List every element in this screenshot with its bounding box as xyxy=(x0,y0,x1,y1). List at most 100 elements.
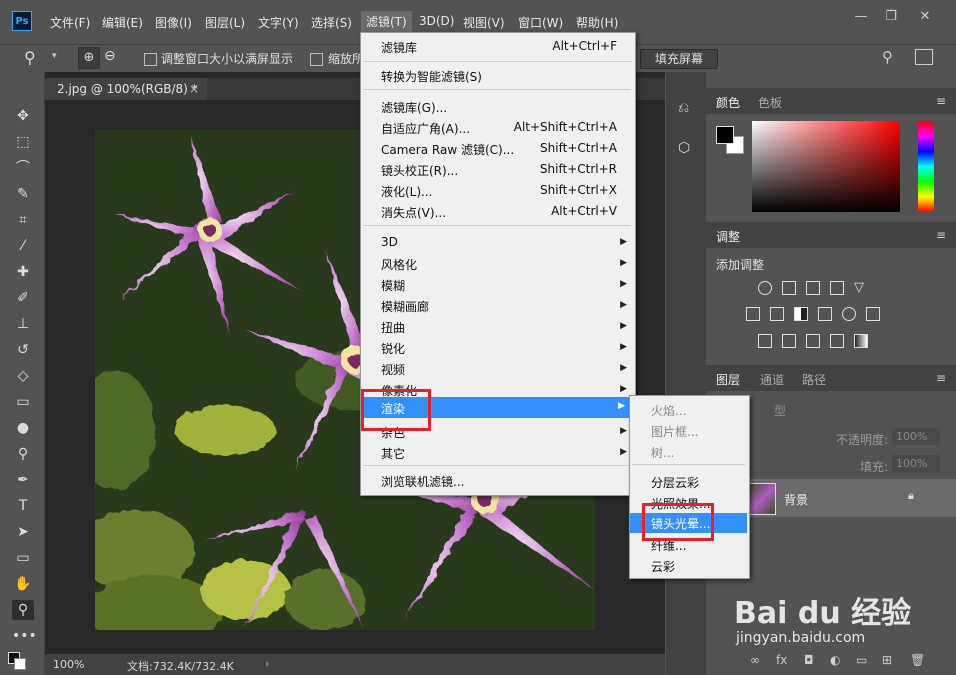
foreground-color-swatch[interactable] xyxy=(716,126,734,144)
menu-item-camera-raw[interactable]: Camera Raw 滤镜(C)... xyxy=(381,141,514,158)
zoom-all-checkbox[interactable] xyxy=(310,53,323,66)
more-tools-icon[interactable]: ••• xyxy=(12,626,37,646)
eraser-tool-icon[interactable]: ◇ xyxy=(12,366,34,386)
brightness-icon[interactable] xyxy=(758,281,772,295)
levels-icon[interactable] xyxy=(782,281,796,295)
quick-select-tool-icon[interactable]: ✎ xyxy=(12,184,34,204)
marquee-tool-icon[interactable]: ⬚ xyxy=(12,132,34,152)
dodge-tool-icon[interactable]: ⚲ xyxy=(12,444,34,464)
menu-item-adaptive-wide-angle[interactable]: 自适应广角(A)... xyxy=(381,120,470,137)
menu-select[interactable]: 选择(S) xyxy=(311,14,352,31)
group-icon[interactable]: ▭ xyxy=(856,653,867,667)
menu-filter[interactable]: 滤镜(T) xyxy=(361,11,412,32)
menu-item-3d[interactable]: 3D xyxy=(381,235,398,249)
selective-color-icon[interactable] xyxy=(830,334,844,348)
lasso-tool-icon[interactable]: ⌒ xyxy=(12,158,34,178)
menu-layer[interactable]: 图层(L) xyxy=(205,14,245,31)
menu-item-blur-gallery[interactable]: 模糊画廊 xyxy=(381,298,429,315)
menu-view[interactable]: 视图(V) xyxy=(463,14,505,31)
kind-filter-label[interactable]: 型 xyxy=(774,402,786,419)
menu-item-blur[interactable]: 模糊 xyxy=(381,277,405,294)
menu-item-picture-frame[interactable]: 图片框... xyxy=(651,423,698,440)
menu-item-difference-clouds[interactable]: 分层云彩 xyxy=(651,474,699,491)
hand-tool-icon[interactable]: ✋ xyxy=(12,574,34,594)
pen-tool-icon[interactable]: ✒ xyxy=(12,470,34,490)
menu-item-stylize[interactable]: 风格化 xyxy=(381,256,417,273)
invert-icon[interactable] xyxy=(758,334,772,348)
zoom-tool-icon[interactable]: ⚲ xyxy=(12,600,34,620)
close-tab-icon[interactable]: × xyxy=(189,78,199,100)
new-layer-icon[interactable]: ⊞ xyxy=(882,653,892,667)
type-tool-icon[interactable]: T xyxy=(12,496,34,516)
menu-item-distort[interactable]: 扭曲 xyxy=(381,319,405,336)
opacity-field[interactable]: 100% xyxy=(892,428,940,445)
menu-image[interactable]: 图像(I) xyxy=(155,14,192,31)
black-white-icon[interactable] xyxy=(794,307,808,321)
fill-field[interactable]: 100% xyxy=(892,455,940,472)
menu-item-vanishing-point[interactable]: 消失点(V)... xyxy=(381,204,446,221)
menu-item-lens-correction[interactable]: 镜头校正(R)... xyxy=(381,162,458,179)
stamp-tool-icon[interactable]: ⊥ xyxy=(12,314,34,334)
eyedropper-tool-icon[interactable]: ⁄ xyxy=(12,236,34,256)
hue-slider[interactable] xyxy=(918,121,934,212)
search-icon[interactable]: ⚲ xyxy=(882,48,893,66)
zoom-tool-icon[interactable]: ⚲ xyxy=(24,48,36,67)
chevron-down-icon[interactable]: ▾ xyxy=(52,51,57,61)
link-layers-icon[interactable]: ∞ xyxy=(750,653,760,667)
gradient-map-icon[interactable] xyxy=(854,334,868,348)
color-field[interactable] xyxy=(752,121,900,212)
menu-edit[interactable]: 编辑(E) xyxy=(102,14,143,31)
tab-paths[interactable]: 路径 xyxy=(802,371,826,388)
menu-item-filter-gallery-last[interactable]: 滤镜库 xyxy=(381,39,417,56)
menu-help[interactable]: 帮助(H) xyxy=(576,14,618,31)
history-icon[interactable]: ⎌ xyxy=(678,100,689,116)
menu-item-filter-gallery[interactable]: 滤镜库(G)... xyxy=(381,99,447,116)
fit-window-checkbox[interactable] xyxy=(144,53,157,66)
hue-saturation-icon[interactable] xyxy=(746,307,760,321)
menu-item-flame[interactable]: 火焰... xyxy=(651,402,686,419)
menu-item-clouds[interactable]: 云彩 xyxy=(651,558,675,575)
tab-adjustments[interactable]: 调整 xyxy=(716,228,740,245)
channel-mixer-icon[interactable] xyxy=(842,307,856,321)
layer-mask-icon[interactable]: ◘ xyxy=(804,653,814,667)
menu-file[interactable]: 文件(F) xyxy=(50,14,90,31)
menu-item-browse-online[interactable]: 浏览联机滤镜... xyxy=(381,473,464,490)
panel-menu-icon[interactable]: ≡ xyxy=(936,371,946,385)
crop-tool-icon[interactable]: ⌗ xyxy=(12,210,34,230)
zoom-out-icon[interactable]: ⊖ xyxy=(104,48,116,64)
tab-layers[interactable]: 图层 xyxy=(716,371,740,388)
menu-item-tree[interactable]: 树... xyxy=(651,444,674,461)
photo-filter-icon[interactable] xyxy=(818,307,832,321)
path-select-tool-icon[interactable]: ➤ xyxy=(12,522,34,542)
adjustment-layer-icon[interactable]: ◐ xyxy=(830,653,840,667)
chevron-right-icon[interactable]: › xyxy=(265,657,269,670)
tab-color[interactable]: 颜色 xyxy=(716,94,740,111)
menu-item-smart-filter[interactable]: 转换为智能滤镜(S) xyxy=(381,68,482,85)
move-tool-icon[interactable]: ✥ xyxy=(12,106,34,126)
tab-swatches[interactable]: 色板 xyxy=(758,94,782,111)
menu-3d[interactable]: 3D(D) xyxy=(419,14,454,28)
fx-icon[interactable]: fx xyxy=(776,653,787,667)
brush-tool-icon[interactable]: ✐ xyxy=(12,288,34,308)
posterize-icon[interactable] xyxy=(782,334,796,348)
zoom-level[interactable]: 100% xyxy=(53,658,84,671)
document-tab[interactable]: 2.jpg @ 100%(RGB/8) * × xyxy=(45,78,207,100)
fill-screen-button[interactable]: 填充屏幕 xyxy=(640,49,719,69)
color-lookup-icon[interactable] xyxy=(866,307,880,321)
menu-item-video[interactable]: 视频 xyxy=(381,361,405,378)
panel-menu-icon[interactable]: ≡ xyxy=(936,228,946,242)
vibrance-icon[interactable]: ▽ xyxy=(854,281,868,295)
exposure-icon[interactable] xyxy=(830,281,844,295)
menu-window[interactable]: 窗口(W) xyxy=(518,14,563,31)
zoom-in-icon[interactable]: ⊕ xyxy=(78,47,100,69)
menu-item-liquify[interactable]: 液化(L)... xyxy=(381,183,433,200)
restore-button[interactable]: ❐ xyxy=(876,8,906,26)
threshold-icon[interactable] xyxy=(806,334,820,348)
color-balance-icon[interactable] xyxy=(770,307,784,321)
workspace-icon[interactable] xyxy=(915,49,933,65)
3d-cube-icon[interactable]: ⬡ xyxy=(678,140,690,156)
blur-tool-icon[interactable]: ● xyxy=(12,418,34,438)
menu-type[interactable]: 文字(Y) xyxy=(258,14,299,31)
curves-icon[interactable] xyxy=(806,281,820,295)
minimize-button[interactable]: — xyxy=(846,8,876,26)
